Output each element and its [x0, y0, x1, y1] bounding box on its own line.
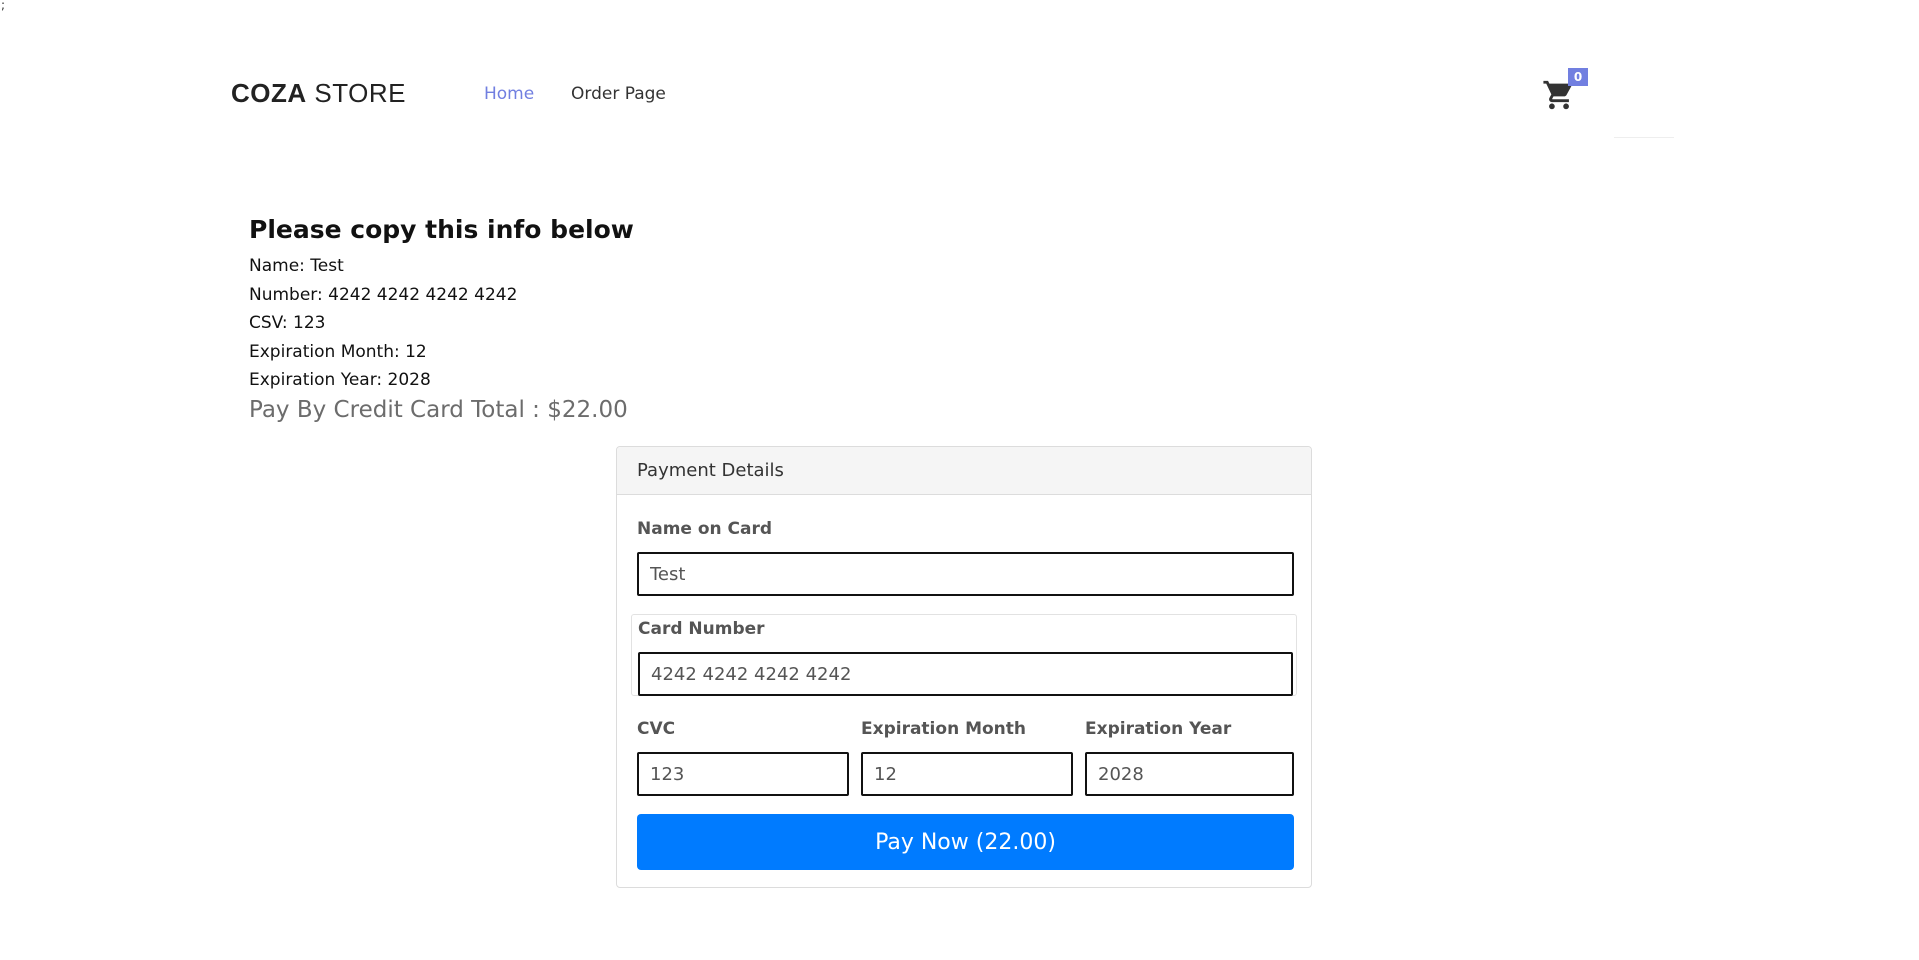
info-exp-month: Expiration Month: 12 — [249, 341, 427, 362]
payment-total: Pay By Credit Card Total : $22.00 — [249, 396, 628, 423]
logo-bold: COZA — [231, 78, 307, 108]
expiration-year-input[interactable] — [1085, 752, 1294, 796]
info-number: Number: 4242 4242 4242 4242 — [249, 284, 518, 305]
info-csv: CSV: 123 — [249, 313, 326, 333]
expiration-year-label: Expiration Year — [1085, 719, 1232, 739]
name-on-card-label: Name on Card — [637, 519, 773, 539]
info-name: Name: Test — [249, 256, 344, 276]
expiration-month-label: Expiration Month — [861, 719, 1027, 739]
header-divider — [1614, 137, 1674, 138]
payment-details-title: Payment Details — [617, 447, 1311, 495]
name-on-card-input[interactable] — [637, 552, 1294, 596]
payment-details-card: Payment Details Name on Card Card Number… — [616, 446, 1312, 888]
logo-light: STORE — [314, 78, 407, 108]
nav-home[interactable]: Home — [484, 84, 534, 104]
info-exp-year: Expiration Year: 2028 — [249, 370, 431, 390]
cvc-input[interactable] — [637, 752, 849, 796]
copy-info-section: Please copy this info below Name: Test N… — [249, 214, 634, 425]
cart-count-badge: 0 — [1568, 68, 1588, 86]
card-number-input[interactable] — [638, 652, 1293, 696]
nav-order-page[interactable]: Order Page — [571, 84, 666, 104]
logo[interactable]: COZA STORE — [231, 78, 406, 109]
stray-semicolon: ; — [1, 0, 6, 12]
expiration-month-input[interactable] — [861, 752, 1073, 796]
pay-now-button[interactable]: Pay Now (22.00) — [637, 814, 1294, 870]
cvc-label: CVC — [637, 719, 676, 739]
info-heading: Please copy this info below — [249, 215, 634, 244]
card-number-label: Card Number — [638, 619, 765, 639]
